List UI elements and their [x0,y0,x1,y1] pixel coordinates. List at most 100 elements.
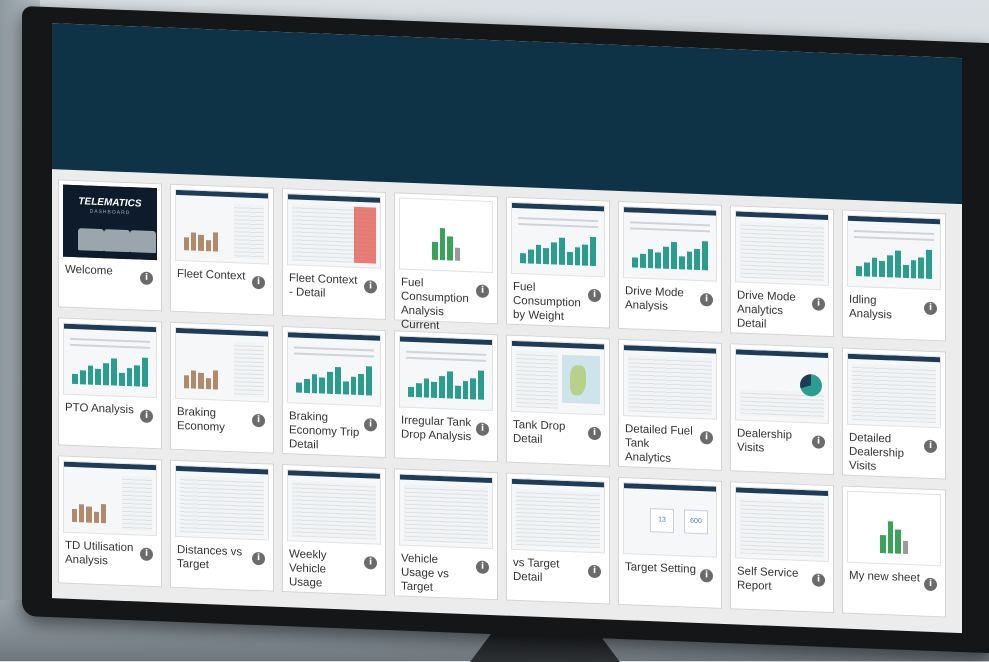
sheet-title: Irregular Tank Drop Analysis [401,414,472,444]
sheet-title: Self Service Report [737,565,799,593]
info-icon[interactable]: i [700,569,713,583]
sheet-thumbnail [63,322,157,399]
sheet-card[interactable]: Detailed Dealership Visits i [842,347,946,480]
thumbnail-bars [880,521,908,555]
sheet-thumbnail [847,352,941,429]
info-icon[interactable]: i [252,275,265,290]
sheet-card[interactable]: TD Utilisation Analysis i [58,455,162,588]
sheet-card[interactable]: 13 600 Target Setting i [618,476,722,609]
thumbnail-header-bar [176,327,268,337]
info-icon[interactable]: i [140,547,153,562]
info-icon[interactable]: i [252,551,265,566]
info-icon[interactable]: i [364,556,377,570]
thumbnail-bars [632,235,708,271]
sheet-title: Fleet Context [177,267,246,283]
info-icon[interactable]: i [476,560,489,574]
sheet-thumbnail [847,490,941,567]
info-icon[interactable]: i [812,297,825,311]
thumbnail-line [70,343,150,349]
sheet-card[interactable]: vs Target Detail i [506,472,610,605]
thumbnail-header-bar [288,332,380,341]
sheet-card[interactable]: Detailed Fuel Tank Analytics i [618,338,722,471]
sheet-title: Detailed Dealership Visits [849,431,904,473]
thumbnail-table [292,480,376,540]
sheet-card[interactable]: PTO Analysis i [58,317,162,450]
sheet-title: Tank Drop Detail [513,418,566,446]
sheet-card[interactable]: Idling Analysis i [842,209,946,342]
sheet-card[interactable]: My new sheet i [842,485,946,618]
sheet-card[interactable]: Drive Mode Analysis i [618,200,722,333]
sheet-card[interactable]: Dealership Visits i [730,343,834,476]
sheet-title: TD Utilisation Analysis [65,539,134,568]
sheet-card[interactable]: Tank Drop Detail i [506,334,610,467]
info-icon[interactable]: i [588,564,601,579]
sheet-thumbnail [399,335,493,412]
thumbnail-header-bar [848,353,940,363]
thumbnail-header-bar [288,470,380,479]
thumbnail-header-bar [736,487,828,496]
thumbnail-header-bar [512,202,604,212]
sheet-thumbnail [623,344,717,420]
thumbnail-bars [184,356,219,390]
sheet-thumbnail [735,210,829,287]
thumbnail-table [628,355,712,415]
sheet-card[interactable]: Braking Economy i [170,321,274,454]
sheet-title: Dealership Visits [737,427,792,455]
info-icon[interactable]: i [588,288,601,303]
thumbnail-bars [72,352,148,387]
sheet-card[interactable]: Irregular Tank Drop Analysis i [394,330,498,463]
sheet-card[interactable]: Braking Economy Trip Detail i [282,325,386,458]
info-icon[interactable]: i [476,422,489,436]
thumbnail-line [406,350,486,356]
sheet-card[interactable]: Distances vs Target i [170,459,274,592]
thumbnail-header-bar [176,465,268,475]
info-icon[interactable]: i [700,293,713,307]
info-icon[interactable]: i [812,573,825,587]
info-icon[interactable]: i [924,301,937,316]
thumbnail-header-bar [624,207,716,216]
sheet-thumbnail [287,469,381,545]
info-icon[interactable]: i [364,280,377,294]
sheet-title: Braking Economy Trip Detail [289,410,360,452]
sheet-title: Welcome [65,263,113,278]
info-icon[interactable]: i [700,431,713,445]
truck-icon [104,229,130,253]
sheet-title: Fuel Consumption Analysis Current [401,276,469,333]
thumbnail-header-bar [64,323,156,333]
sheet-card[interactable]: Fuel Consumption by Weight i [506,196,610,329]
thumbnail-line [518,223,598,229]
sheet-card[interactable]: Drive Mode Analytics Detail i [730,205,834,338]
sheet-thumbnail [735,348,829,425]
sheet-thumbnail [511,477,605,554]
info-icon[interactable]: i [476,284,489,298]
sheet-thumbnail [511,339,605,416]
info-icon[interactable]: i [924,439,937,454]
sheet-thumbnail [63,460,157,537]
sheet-title: Distances vs Target [177,543,243,572]
truck-icon [78,228,104,252]
sheet-card[interactable]: Vehicle Usage vs Target i [394,468,498,601]
info-icon[interactable]: i [588,426,601,441]
sheet-card[interactable]: Self Service Report i [730,481,834,614]
info-icon[interactable]: i [140,409,153,424]
info-icon[interactable]: i [252,413,265,428]
sheet-card[interactable]: TELEMATICS DASHBOARD Welcome i [58,179,162,312]
sheet-thumbnail [175,188,269,265]
sheet-card[interactable]: Weekly Vehicle Usage i [282,463,386,596]
thumbnail-header-bar [736,211,828,220]
sheet-title: Drive Mode Analysis [625,285,684,313]
sheet-card[interactable]: Fleet Context - Detail i [282,187,386,320]
truck-icon [130,230,156,254]
sheet-card[interactable]: Fleet Context i [170,183,274,316]
thumbnail-line [294,352,374,358]
info-icon[interactable]: i [364,418,377,432]
sheet-title: PTO Analysis [65,401,134,417]
sheet-title: vs Target Detail [513,556,560,584]
thumbnail-bars [856,244,932,279]
sheet-grid: TELEMATICS DASHBOARD Welcome i Fleet Context… [58,179,958,618]
info-icon[interactable]: i [140,271,153,286]
sheet-card[interactable]: Fuel Consumption Analysis Current i [394,192,498,332]
info-icon[interactable]: i [812,435,825,449]
thumbnail-header-bar [624,483,716,492]
info-icon[interactable]: i [924,577,937,592]
